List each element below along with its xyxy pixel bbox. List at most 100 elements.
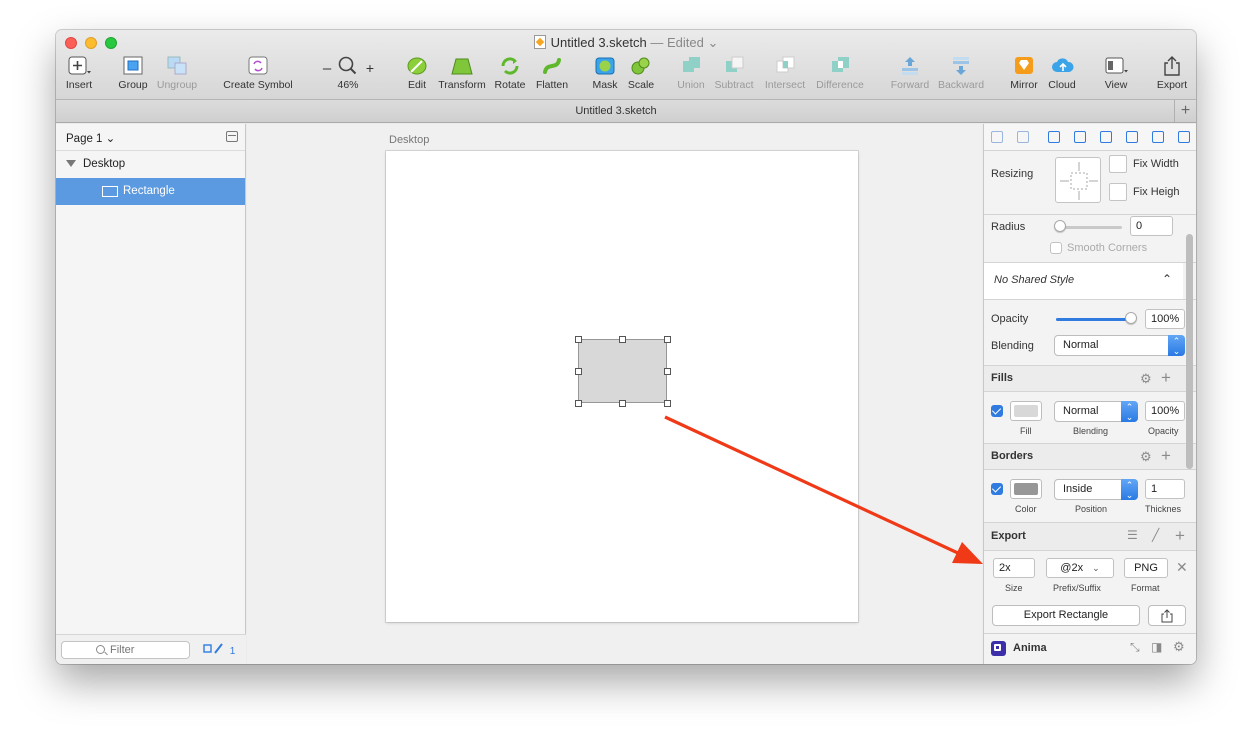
insert-button[interactable]: Insert	[62, 56, 96, 91]
export-section-header: Export ☰ ╱ +	[984, 523, 1196, 551]
border-enabled-checkbox[interactable]	[991, 483, 1003, 495]
shared-style-selector[interactable]: No Shared Style ⌃	[984, 263, 1183, 299]
intersect-button[interactable]: Intersect	[762, 56, 808, 91]
align-top-icon[interactable]	[1126, 131, 1138, 143]
flatten-button[interactable]: Flatten	[532, 56, 572, 91]
smooth-corners-label: Smooth Corners	[1067, 242, 1148, 254]
align-middle-icon[interactable]	[1152, 131, 1164, 143]
slice-knife-icon[interactable]: ╱	[1152, 528, 1159, 542]
resize-handle-bottom-left[interactable]	[575, 400, 582, 407]
resize-handle-top-left[interactable]	[575, 336, 582, 343]
rotate-button[interactable]: Rotate	[493, 56, 527, 91]
layers-sidebar: Page 1 ⌄ Desktop Rectangle 1	[56, 124, 246, 664]
ungroup-icon	[166, 56, 188, 76]
difference-icon	[829, 56, 851, 76]
export-presets-icon[interactable]: ☰	[1127, 528, 1138, 542]
layer-artboard-desktop[interactable]: Desktop	[56, 151, 245, 178]
group-button[interactable]: Group	[116, 56, 150, 91]
ungroup-button[interactable]: Ungroup	[154, 56, 200, 91]
distribute-vertical-icon[interactable]	[1017, 131, 1029, 143]
inspector-scrollbar[interactable]	[1186, 234, 1193, 469]
add-border-icon[interactable]: +	[1161, 446, 1171, 466]
opacity-input[interactable]: 100%	[1145, 309, 1185, 329]
share-export-button[interactable]	[1148, 605, 1186, 626]
zoom-out-button[interactable]: –	[320, 60, 334, 77]
fill-opacity-input[interactable]: 100%	[1145, 401, 1185, 421]
align-center-icon[interactable]	[1074, 131, 1086, 143]
remove-export-icon[interactable]: ✕	[1176, 559, 1188, 576]
rectangle-shape[interactable]	[578, 339, 667, 403]
radius-input[interactable]: 0	[1130, 216, 1173, 236]
mirror-button[interactable]: Mirror	[1008, 56, 1040, 91]
fill-color-swatch[interactable]	[1010, 401, 1042, 421]
resize-handle-bottom-right[interactable]	[664, 400, 671, 407]
mask-button[interactable]: Mask	[590, 56, 620, 91]
intersect-icon	[774, 56, 796, 76]
forward-button[interactable]: Forward	[888, 56, 932, 91]
edited-status[interactable]: — Edited ⌄	[650, 35, 718, 50]
opacity-slider-knob[interactable]	[1125, 312, 1137, 324]
filter-options[interactable]: 1	[203, 643, 235, 657]
edit-button[interactable]: Edit	[404, 56, 430, 91]
new-tab-button[interactable]: +	[1174, 100, 1196, 122]
difference-button[interactable]: Difference	[814, 56, 866, 91]
backward-button[interactable]: Backward	[934, 56, 988, 91]
export-toolbar-button[interactable]: Export	[1154, 56, 1190, 91]
fill-settings-gear-icon[interactable]: ⚙	[1140, 371, 1152, 387]
layer-rectangle[interactable]: Rectangle	[56, 178, 245, 205]
align-right-icon[interactable]	[1100, 131, 1112, 143]
border-thickness-input[interactable]: 1	[1145, 479, 1185, 499]
fill-enabled-checkbox[interactable]	[991, 405, 1003, 417]
scale-icon	[630, 56, 652, 76]
zoom-in-button[interactable]: +	[363, 60, 377, 76]
border-color-swatch[interactable]	[1010, 479, 1042, 499]
resize-handle-top-right[interactable]	[664, 336, 671, 343]
disclosure-triangle-icon[interactable]	[66, 160, 76, 167]
canvas[interactable]: Desktop	[247, 124, 982, 664]
document-tab[interactable]: Untitled 3.sketch	[56, 105, 1176, 117]
fill-blending-select[interactable]: Normal ⌃ ⌄	[1054, 401, 1138, 422]
export-size-input[interactable]: 2x	[993, 558, 1035, 578]
cloud-button[interactable]: Cloud	[1046, 56, 1078, 91]
transform-button[interactable]: Transform	[436, 56, 488, 91]
add-fill-icon[interactable]: +	[1161, 368, 1171, 388]
anima-collapse-icon[interactable]: ⤡	[1130, 640, 1140, 655]
radius-slider-knob[interactable]	[1054, 220, 1066, 232]
mask-icon	[594, 56, 616, 76]
blending-select[interactable]: Normal ⌃ ⌄	[1054, 335, 1185, 356]
resize-handle-bottom[interactable]	[619, 400, 626, 407]
export-suffix-select[interactable]: @2x ⌄	[1046, 558, 1114, 578]
anima-settings-gear-icon[interactable]: ⚙	[1173, 639, 1185, 655]
rotate-icon	[499, 56, 521, 76]
border-settings-gear-icon[interactable]: ⚙	[1140, 449, 1152, 465]
resize-handle-left[interactable]	[575, 368, 582, 375]
export-format-select[interactable]: PNG	[1124, 558, 1168, 578]
add-export-icon[interactable]: +	[1175, 526, 1185, 546]
smooth-corners-checkbox[interactable]	[1050, 242, 1062, 254]
page-selector[interactable]: Page 1 ⌄	[66, 131, 115, 145]
export-rectangle-button[interactable]: Export Rectangle	[992, 605, 1140, 626]
subtract-button[interactable]: Subtract	[712, 56, 756, 91]
window-title: Untitled 3.sketch — Edited ⌄	[56, 35, 1196, 51]
distribute-horizontal-icon[interactable]	[991, 131, 1003, 143]
anima-logo-icon	[991, 641, 1006, 656]
align-left-icon[interactable]	[1048, 131, 1060, 143]
layer-filter-input[interactable]	[110, 643, 180, 657]
align-bottom-icon[interactable]	[1178, 131, 1190, 143]
scale-button[interactable]: Scale	[625, 56, 657, 91]
view-layout-icon	[1105, 56, 1128, 76]
format-caption: Format	[1131, 583, 1160, 593]
zoom-level[interactable]: 46%	[335, 56, 361, 91]
border-position-select[interactable]: Inside ⌃ ⌄	[1054, 479, 1138, 500]
anima-panel-icon[interactable]: ◨	[1151, 640, 1162, 654]
view-button[interactable]: View	[1101, 56, 1131, 91]
toggle-pages-icon[interactable]	[226, 131, 238, 142]
layer-filter-field[interactable]	[61, 641, 190, 659]
inspector-panel: Resizing Fix Width Fix Heigh Radius 0 Sm…	[983, 124, 1196, 664]
resizing-control[interactable]	[1055, 157, 1101, 203]
create-symbol-button[interactable]: Create Symbol	[220, 56, 296, 91]
resize-handle-top[interactable]	[619, 336, 626, 343]
artboard-title[interactable]: Desktop	[389, 134, 429, 146]
union-button[interactable]: Union	[675, 56, 707, 91]
resize-handle-right[interactable]	[664, 368, 671, 375]
